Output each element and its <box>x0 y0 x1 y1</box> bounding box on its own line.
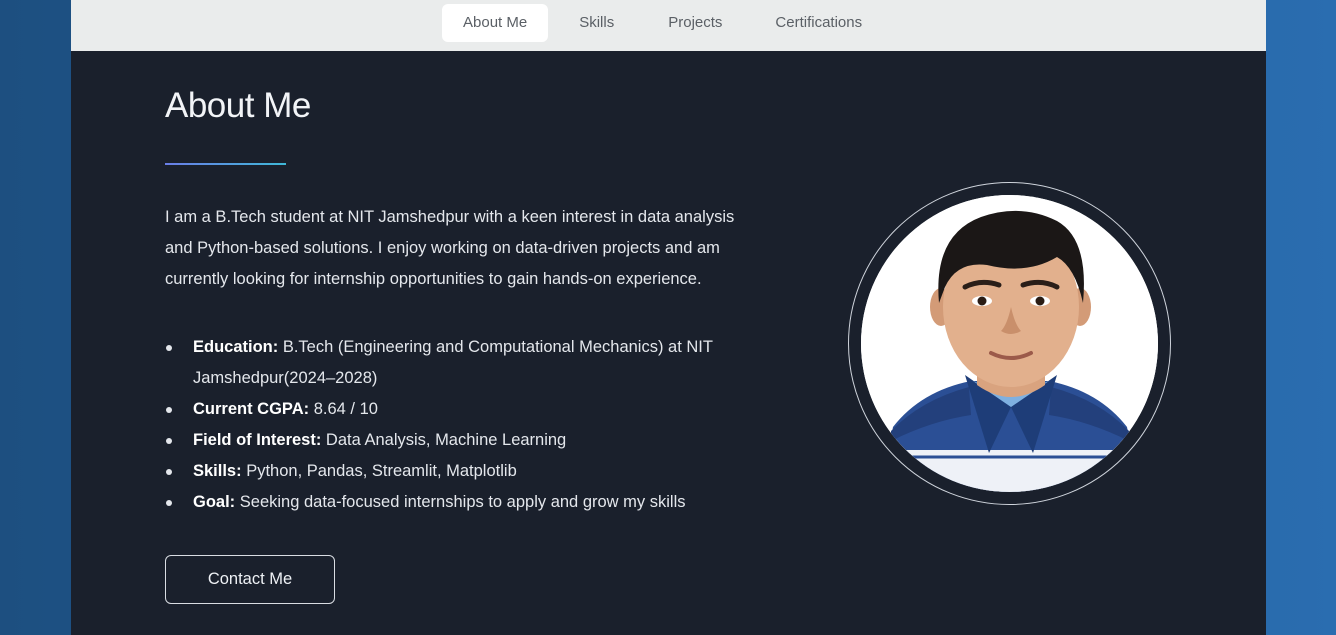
tab-about-me[interactable]: About Me <box>442 4 549 42</box>
tab-skills[interactable]: Skills <box>558 4 635 42</box>
tab-certifications[interactable]: Certifications <box>754 4 883 42</box>
fact-value: 8.64 / 10 <box>309 400 378 418</box>
page-frame: About Me Skills Projects Certifications … <box>71 0 1266 635</box>
fact-education: Education: B.Tech (Engineering and Compu… <box>166 332 783 394</box>
fact-field-of-interest: Field of Interest: Data Analysis, Machin… <box>166 425 783 456</box>
intro-paragraph: I am a B.Tech student at NIT Jamshedpur … <box>165 208 735 288</box>
title-underline <box>165 163 286 165</box>
contact-me-button[interactable]: Contact Me <box>165 555 335 604</box>
fact-key: Field of Interest: <box>193 431 322 449</box>
profile-photo-ring <box>848 182 1171 505</box>
page-title: About Me <box>165 86 311 125</box>
nav-tabs: About Me Skills Projects Certifications <box>442 4 883 42</box>
fact-key: Skills: <box>193 462 242 480</box>
facts-list: Education: B.Tech (Engineering and Compu… <box>165 332 783 518</box>
fact-key: Goal: <box>193 493 236 511</box>
fact-value: Seeking data-focused internships to appl… <box>235 493 686 511</box>
fact-key: Current CGPA: <box>193 400 310 418</box>
fact-value: Data Analysis, Machine Learning <box>321 431 567 449</box>
portrait-illustration <box>861 195 1158 492</box>
profile-photo <box>861 195 1158 492</box>
top-navbar: About Me Skills Projects Certifications <box>71 0 1266 51</box>
fact-goal: Goal: Seeking data-focused internships t… <box>166 487 783 518</box>
tab-projects[interactable]: Projects <box>647 4 743 42</box>
fact-skills: Skills: Python, Pandas, Streamlit, Matpl… <box>166 456 783 487</box>
fact-value: Python, Pandas, Streamlit, Matplotlib <box>241 462 517 480</box>
fact-cgpa: Current CGPA: 8.64 / 10 <box>166 394 783 425</box>
fact-key: Education: <box>193 338 279 356</box>
